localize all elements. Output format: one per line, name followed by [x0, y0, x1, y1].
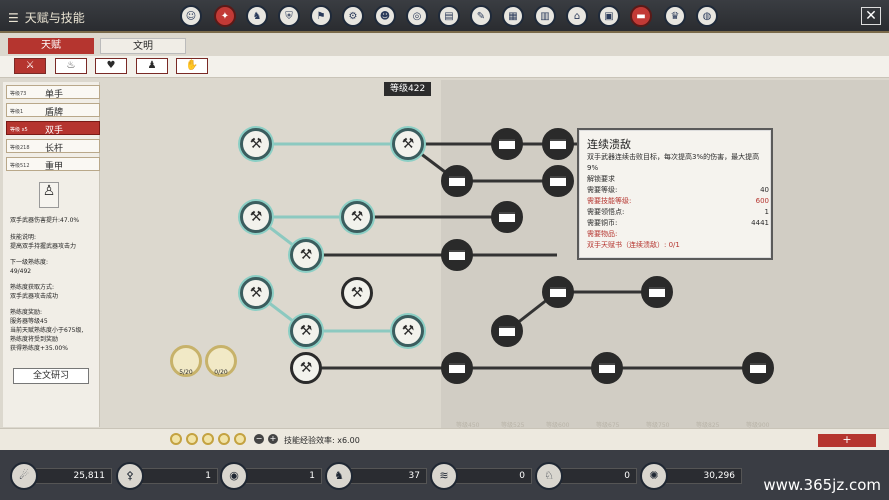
skill-node-locked-12[interactable] [742, 352, 774, 384]
scroll-icon[interactable]: ✎ [470, 5, 492, 27]
skill-node-locked-3[interactable] [441, 165, 473, 197]
armor-icon[interactable]: ⛨ [278, 5, 300, 27]
next-value: 49/492 [10, 268, 32, 275]
tooltip-body: 双手武器连续击败目标，每次提高3%的伤害，最大提高9% 解锁要求 需要等级: 40… [587, 153, 769, 249]
tooltip-title: 连续溃敌 [587, 138, 631, 151]
bonus-line-3: 熟练度将受到奖励 [10, 336, 59, 343]
skill-label: 技能说明: [10, 234, 37, 241]
character-icon[interactable]: ☺ [180, 5, 202, 27]
ring-icon[interactable]: ◎ [406, 5, 428, 27]
coin-icon [202, 433, 214, 445]
resource-bar: 25,811 ☄ 1 ⚴ 1 ◉ 37 ♞ 0 ≋ 0 ♘ 30,296 ✺ [0, 450, 889, 500]
horse-resource-icon: ♞ [325, 462, 353, 490]
gold-icon: ◉ [220, 462, 248, 490]
damage-bonus: 双手武器伤害提升:47.0% [10, 217, 80, 224]
tab-civilization[interactable]: 文明 [100, 38, 186, 54]
coin-icon [186, 433, 198, 445]
method-label: 熟练度获取方式: [10, 284, 55, 291]
skill-node-locked-6[interactable] [441, 239, 473, 271]
zoom-out-icon[interactable]: − [254, 434, 264, 444]
skill-node-locked-9[interactable] [491, 315, 523, 347]
watermark: www.365jz.com [763, 476, 881, 494]
skill-node-axe-1[interactable]: ⚒ [240, 128, 272, 160]
method-value: 双手武器攻击成功 [10, 293, 59, 300]
tooltip-desc: 双手武器连续击败目标，每次提高3%的伤害，最大提高9% [587, 153, 760, 172]
skill-node-axe-9[interactable]: ⚒ [392, 315, 424, 347]
skill-node-axe-4[interactable]: ⚒ [341, 201, 373, 233]
bonus-line-1: 服务器等级45 [10, 318, 48, 325]
bottom-bar: − + 技能经验效率: x6.00 + [0, 428, 889, 450]
exp-efficiency: 技能经验效率: x6.00 [284, 436, 360, 445]
skill-node-axe-7[interactable]: ⚒ [341, 277, 373, 309]
skill-node-locked-5[interactable] [491, 201, 523, 233]
coin-icon [170, 433, 182, 445]
map-icon[interactable]: ▣ [598, 5, 620, 27]
menu-icon[interactable]: ☰ [8, 11, 19, 25]
skill-node-locked-11[interactable] [591, 352, 623, 384]
window-title: ☰ 天赋与技能 [8, 10, 85, 26]
skill-node-axe-10[interactable]: ⚒ [290, 352, 322, 384]
city-icon[interactable]: ▥ [534, 5, 556, 27]
full-study-button[interactable]: 全文研习 [13, 368, 89, 384]
top-bar: ☰ 天赋与技能 ☺ ✦ ♞ ⛨ ⚑ ⚙ ☻ ◎ ▤ ✎ ▦ ▥ ⌂ ▣ ▬ ♛ … [0, 0, 889, 33]
add-button[interactable]: + [818, 434, 876, 447]
flag-icon[interactable]: ⚑ [310, 5, 332, 27]
wave-icon: ≋ [430, 462, 458, 490]
skill-node-axe-6[interactable]: ⚒ [240, 277, 272, 309]
bonus-label: 熟练度奖励: [10, 309, 43, 316]
skill-node-locked-1[interactable] [491, 128, 523, 160]
skill-node-locked-4[interactable] [542, 165, 574, 197]
person-category-icon[interactable]: ♟ [136, 58, 168, 74]
crest-icon[interactable]: ♛ [664, 5, 686, 27]
skill-node-locked-7[interactable] [542, 276, 574, 308]
left-panel: 等级73 单手 等级1 盾牌 等级 x5 双手 等级218 长杆 等级512 重甲 ♙ 双… [3, 82, 100, 427]
globe-icon[interactable]: ◍ [696, 5, 718, 27]
tab-talent[interactable]: 天赋 [8, 38, 94, 54]
category-bar: ⚔ ♨ ♥ ♟ ✋ [0, 56, 889, 78]
temple-icon[interactable]: ⌂ [566, 5, 588, 27]
skill-node-locked-2[interactable] [542, 128, 574, 160]
hand-category-icon[interactable]: ✋ [176, 58, 208, 74]
zoom-in-icon[interactable]: + [268, 434, 278, 444]
boot-category-icon[interactable]: ♨ [55, 58, 87, 74]
bonus-line-4: 获得熟练度+35.00% [10, 345, 68, 352]
beast-icon: ♘ [535, 462, 563, 490]
gem-icon: ✺ [640, 462, 668, 490]
skill-node-axe-2[interactable]: ⚒ [392, 128, 424, 160]
talent-tree: 等级422 ⚒ ⚒ ⚒ ⚒ ⚒ ⚒ ⚒ ⚒ ⚒ ⚒ 等级450 等级525 等级… [101, 80, 889, 429]
skill-tooltip: 连续溃敌 双手武器连续击败目标，每次提高3%的伤害，最大提高9% 解锁要求 需要… [577, 128, 773, 260]
skill-node-axe-3[interactable]: ⚒ [240, 201, 272, 233]
next-label: 下一级熟练度: [10, 259, 49, 266]
tooltip-req-header: 解锁要求 [587, 175, 615, 183]
weapon-portrait-icon: ♙ [39, 182, 59, 208]
heart-category-icon[interactable]: ♥ [95, 58, 127, 74]
face-icon[interactable]: ☻ [374, 5, 396, 27]
weapon-shield[interactable]: 等级1 盾牌 [6, 103, 100, 118]
weapon-single-hand[interactable]: 等级73 单手 [6, 85, 100, 100]
coin-icon [234, 433, 246, 445]
skill-node-locked-10[interactable] [441, 352, 473, 384]
token-icon: ⚴ [116, 462, 144, 490]
card-icon[interactable]: ▬ [630, 5, 652, 27]
skill-node-locked-8[interactable] [641, 276, 673, 308]
weapon-heavy-armor[interactable]: 等级512 重甲 [6, 157, 100, 172]
gear-icon[interactable]: ⚙ [342, 5, 364, 27]
coin-icon [218, 433, 230, 445]
skill-node-axe-8[interactable]: ⚒ [290, 315, 322, 347]
talent-icon[interactable]: ✦ [214, 5, 236, 27]
weapon-polearm[interactable]: 等级218 长杆 [6, 139, 100, 154]
document-icon[interactable]: ▦ [502, 5, 524, 27]
bonus-line-2: 当前天赋熟练度小于675级, [10, 327, 84, 334]
copper-icon: ☄ [10, 462, 38, 490]
sword-category-icon[interactable]: ⚔ [14, 58, 46, 74]
close-button[interactable]: ✕ [861, 7, 881, 25]
horse-icon[interactable]: ♞ [246, 5, 268, 27]
book-icon[interactable]: ▤ [438, 5, 460, 27]
weapon-two-hand[interactable]: 等级 x5 双手 [6, 121, 100, 136]
skill-node-axe-5[interactable]: ⚒ [290, 239, 322, 271]
skill-desc: 提高双手持握武器攻击力 [10, 243, 77, 250]
